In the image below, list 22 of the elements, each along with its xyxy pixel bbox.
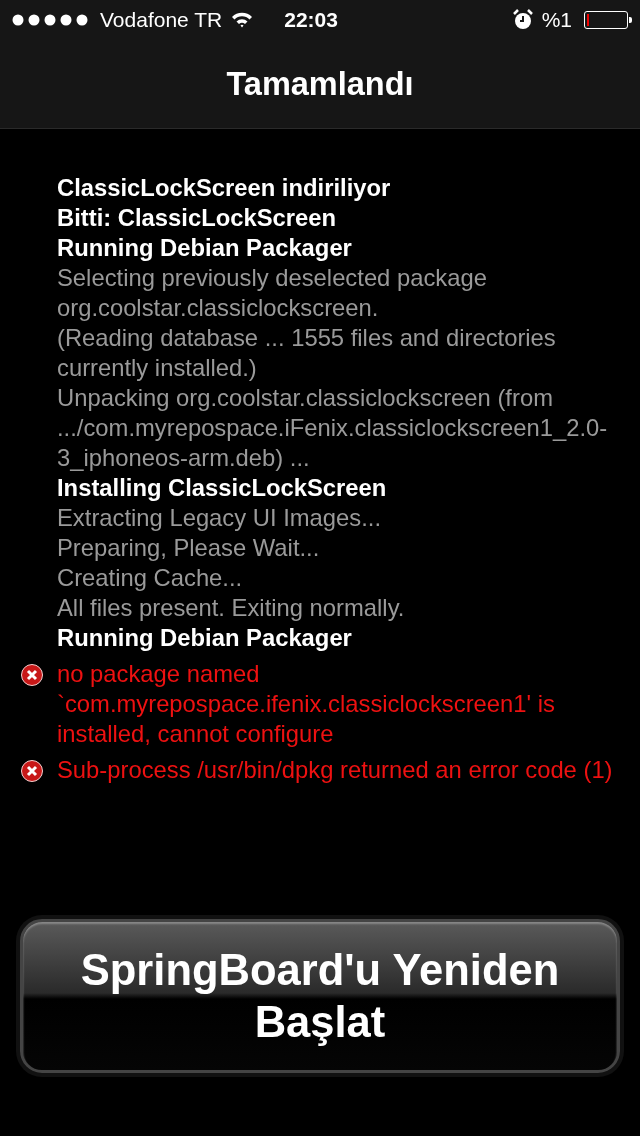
nav-title: Tamamlandı	[226, 65, 414, 103]
log-line: Extracting Legacy UI Images...	[57, 503, 383, 533]
clock-time: 22:03	[284, 8, 338, 32]
log-line: (Reading database ... 1555 files and directories currently installed.)	[57, 323, 557, 383]
battery-percent: %1	[541, 8, 572, 32]
error-icon	[21, 664, 43, 686]
log-line: Bitti: ClassicLockScreen	[57, 203, 338, 233]
log-line: Running Debian Packager	[57, 233, 353, 263]
log-line: Unpacking org.coolstar.classiclockscreen (from .../com.myrepospace.iFenix.classiclockscreen1_2.0-3_iphoneos-arm.deb) ...	[57, 383, 609, 473]
wifi-icon	[230, 11, 255, 29]
log-line: Creating Cache...	[57, 563, 244, 593]
log-line: All files present. Exiting normally.	[57, 593, 406, 623]
log-line: Preparing, Please Wait...	[57, 533, 321, 563]
carrier-name: Vodafone TR	[100, 8, 223, 32]
log-line: ClassicLockScreen indiriliyor	[57, 173, 392, 203]
error-message: no package named `com.myrepospace.ifenix.classiclockscreen1' is installed, cannot configure	[57, 659, 556, 749]
log-line: Installing ClassicLockScreen	[57, 473, 388, 503]
log-line: Selecting previously deselected package org.coolstar.classiclockscreen.	[57, 263, 488, 323]
alarm-clock-icon	[511, 9, 534, 31]
error-icon	[21, 760, 43, 782]
error-message: Sub-process /usr/bin/dpkg returned an error code (1)	[57, 755, 613, 785]
log-line: Running Debian Packager	[57, 623, 353, 653]
